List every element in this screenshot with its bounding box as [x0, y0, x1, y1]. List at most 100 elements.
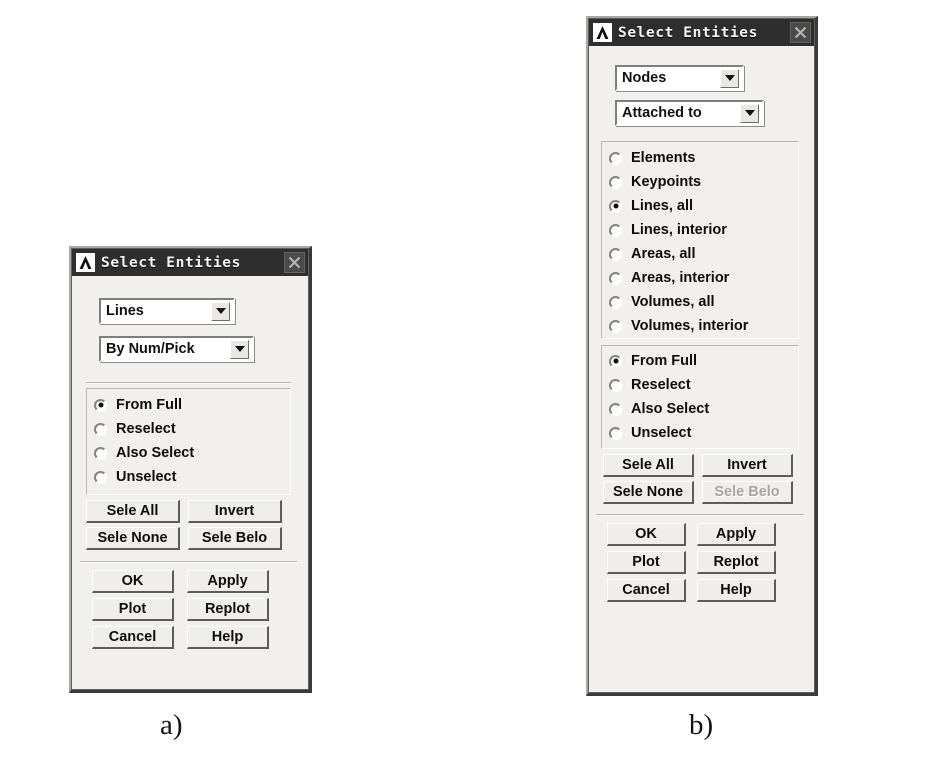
- attached-radio-b-label: Areas, interior: [631, 270, 730, 286]
- radio-unchecked-icon[interactable]: [609, 223, 622, 237]
- mode-radio-a-label: Reselect: [116, 421, 176, 437]
- mode-radio-a-label: Also Select: [116, 445, 195, 461]
- attached-radio-b-label: Volumes, interior: [631, 318, 749, 334]
- act-a-plot-button[interactable]: Plot: [92, 598, 174, 621]
- radio-unchecked-icon[interactable]: [609, 378, 622, 392]
- mode-radio-b-label: Unselect: [631, 425, 692, 441]
- radio-unchecked-icon[interactable]: [609, 151, 622, 165]
- attached-radio-b-volumes-interior[interactable]: Volumes, interior: [602, 314, 798, 338]
- act-a-replot-button[interactable]: Replot: [187, 598, 269, 621]
- entity-type-combo-b-value: Nodes: [622, 70, 667, 86]
- criteria-combo-b-value: Attached to: [622, 105, 702, 121]
- mode-radio-a-from-full[interactable]: From Full: [87, 393, 290, 417]
- act-a-cancel-button[interactable]: Cancel: [92, 626, 174, 649]
- mode-radio-b-also-select[interactable]: Also Select: [602, 397, 798, 421]
- close-icon[interactable]: [790, 22, 811, 43]
- attached-radio-b-areas-all[interactable]: Areas, all: [602, 242, 798, 266]
- sel-b-sele-all-button[interactable]: Sele All: [603, 454, 694, 477]
- mode-radio-b-label: Also Select: [631, 401, 710, 417]
- attached-radio-b-lines-all[interactable]: Lines, all: [602, 194, 798, 218]
- criteria-combo-a[interactable]: By Num/Pick: [99, 336, 254, 362]
- select-entities-dialog-b[interactable]: Select Entities Nodes Attached to Elemen…: [586, 16, 818, 696]
- radio-checked-icon[interactable]: [609, 354, 622, 368]
- radio-unchecked-icon[interactable]: [94, 422, 107, 436]
- dialog-title-b: Select Entities: [618, 24, 758, 41]
- action-button-grid-b: OK Apply Plot Replot Cancel Help: [607, 523, 797, 602]
- select-button-grid-a: Sele All Invert Sele None Sele Belo: [86, 500, 291, 550]
- titlebar-a[interactable]: Select Entities: [72, 249, 308, 276]
- titlebar-b[interactable]: Select Entities: [589, 19, 814, 46]
- sel-b-invert-button[interactable]: Invert: [702, 454, 793, 477]
- attached-radio-b-areas-interior[interactable]: Areas, interior: [602, 266, 798, 290]
- select-entities-dialog-a[interactable]: Select Entities Lines By Num/Pick From F…: [69, 246, 312, 693]
- entity-type-combo-b[interactable]: Nodes: [615, 65, 744, 91]
- chevron-down-icon[interactable]: [211, 301, 230, 321]
- mode-radio-b-label: Reselect: [631, 377, 691, 393]
- select-button-grid-b: Sele All Invert Sele None Sele Belo: [603, 454, 799, 504]
- dialog-title-a: Select Entities: [101, 254, 241, 271]
- dialog-body-a: Lines By Num/Pick From Full Reselect Als…: [72, 276, 308, 689]
- sel-a-sele-none-button[interactable]: Sele None: [86, 527, 180, 550]
- attached-radio-b-label: Volumes, all: [631, 294, 715, 310]
- act-b-plot-button[interactable]: Plot: [607, 551, 686, 574]
- sel-a-sele-belo-button[interactable]: Sele Belo: [188, 527, 282, 550]
- selection-mode-group-b: From Full Reselect Also Select Unselect: [601, 345, 799, 449]
- chevron-down-icon[interactable]: [740, 103, 759, 123]
- separator-a-top: [86, 382, 291, 384]
- attached-to-group-b: Elements Keypoints Lines, all Lines, interi…: [601, 141, 799, 339]
- attached-radio-b-lines-interior[interactable]: Lines, interior: [602, 218, 798, 242]
- radio-unchecked-icon[interactable]: [609, 319, 622, 333]
- act-b-cancel-button[interactable]: Cancel: [607, 579, 686, 602]
- radio-checked-icon[interactable]: [94, 398, 107, 412]
- radio-unchecked-icon[interactable]: [94, 470, 107, 484]
- radio-unchecked-icon[interactable]: [94, 446, 107, 460]
- subfigure-caption-b: b): [689, 709, 714, 741]
- attached-radio-b-label: Keypoints: [631, 174, 702, 190]
- sel-a-invert-button[interactable]: Invert: [188, 500, 282, 523]
- act-a-apply-button[interactable]: Apply: [187, 570, 269, 593]
- figure-stage: Select Entities Lines By Num/Pick From F…: [0, 0, 933, 767]
- mode-radio-b-unselect[interactable]: Unselect: [602, 421, 798, 445]
- chevron-down-icon[interactable]: [230, 339, 249, 359]
- mode-radio-b-reselect[interactable]: Reselect: [602, 373, 798, 397]
- attached-radio-b-label: Lines, interior: [631, 222, 727, 238]
- radio-unchecked-icon[interactable]: [609, 271, 622, 285]
- act-a-help-button[interactable]: Help: [187, 626, 269, 649]
- act-b-help-button[interactable]: Help: [697, 579, 776, 602]
- radio-unchecked-icon[interactable]: [609, 295, 622, 309]
- sel-b-sele-none-button[interactable]: Sele None: [603, 481, 694, 504]
- radio-unchecked-icon[interactable]: [609, 175, 622, 189]
- criteria-combo-a-value: By Num/Pick: [106, 341, 195, 357]
- mode-radio-b-from-full[interactable]: From Full: [602, 349, 798, 373]
- act-a-ok-button[interactable]: OK: [92, 570, 174, 593]
- act-b-replot-button[interactable]: Replot: [697, 551, 776, 574]
- entity-type-combo-a[interactable]: Lines: [99, 298, 235, 324]
- radio-unchecked-icon[interactable]: [609, 402, 622, 416]
- attached-radio-b-elements[interactable]: Elements: [602, 146, 798, 170]
- chevron-down-icon[interactable]: [720, 68, 739, 88]
- mode-radio-a-label: Unselect: [116, 469, 177, 485]
- dialog-body-b: Nodes Attached to Elements Keypoints Lines…: [589, 46, 814, 692]
- separator-b-bottom: [596, 514, 804, 516]
- act-b-ok-button[interactable]: OK: [607, 523, 686, 546]
- mode-radio-a-also-select[interactable]: Also Select: [87, 441, 290, 465]
- close-icon[interactable]: [284, 252, 305, 273]
- radio-unchecked-icon[interactable]: [609, 426, 622, 440]
- sel-b-sele-belo-button: Sele Belo: [702, 481, 793, 504]
- entity-type-combo-a-value: Lines: [106, 303, 144, 319]
- mode-radio-a-reselect[interactable]: Reselect: [87, 417, 290, 441]
- attached-radio-b-label: Elements: [631, 150, 696, 166]
- attached-radio-b-volumes-all[interactable]: Volumes, all: [602, 290, 798, 314]
- sel-a-sele-all-button[interactable]: Sele All: [86, 500, 180, 523]
- radio-checked-icon[interactable]: [609, 199, 622, 213]
- action-button-grid-a: OK Apply Plot Replot Cancel Help: [92, 570, 288, 649]
- criteria-combo-b[interactable]: Attached to: [615, 100, 764, 126]
- separator-a-bottom: [80, 561, 297, 563]
- selection-mode-group-a: From Full Reselect Also Select Unselect: [86, 388, 291, 495]
- act-b-apply-button[interactable]: Apply: [697, 523, 776, 546]
- ansys-a-logo-icon: [76, 253, 95, 272]
- attached-radio-b-keypoints[interactable]: Keypoints: [602, 170, 798, 194]
- mode-radio-a-label: From Full: [116, 397, 183, 413]
- radio-unchecked-icon[interactable]: [609, 247, 622, 261]
- mode-radio-a-unselect[interactable]: Unselect: [87, 465, 290, 489]
